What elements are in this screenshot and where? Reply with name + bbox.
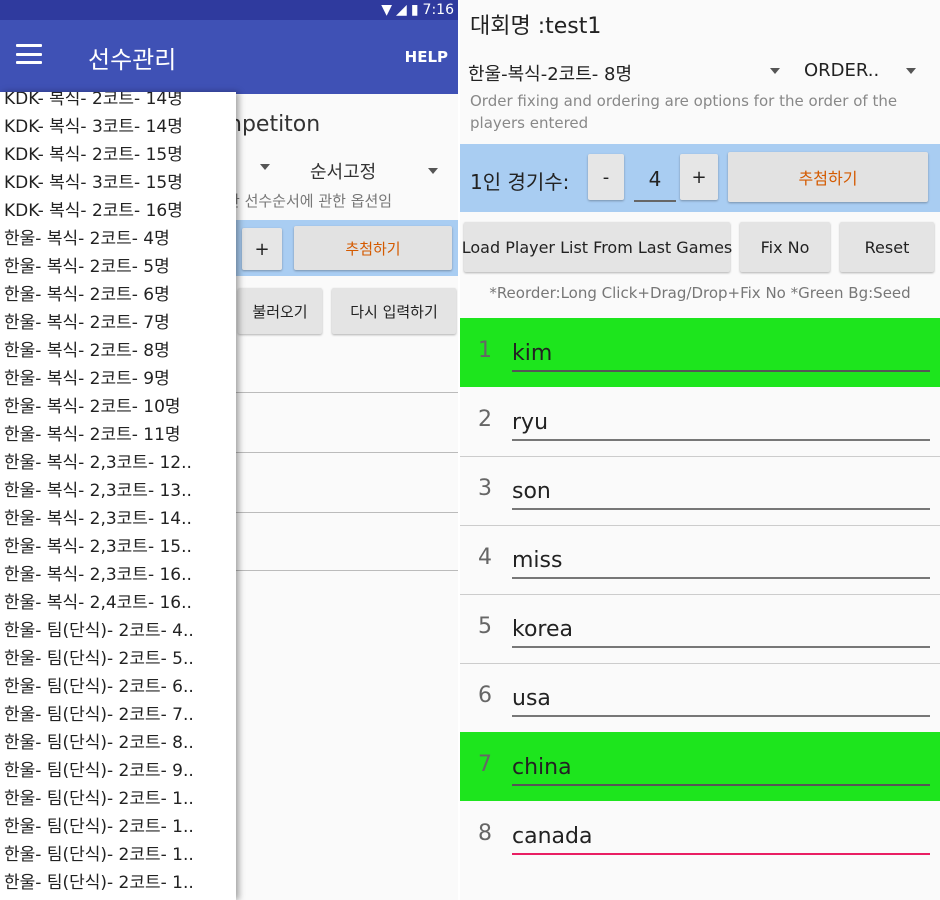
dropdown-option[interactable]: KDK- 복식- 2코트- 16명 — [4, 196, 183, 221]
player-number: 2 — [478, 407, 492, 432]
competition-name: 대회명 :test1 — [470, 14, 602, 39]
help-button[interactable]: HELP — [405, 48, 448, 66]
dropdown-option[interactable]: 한울- 복식- 2코트- 5명 — [4, 252, 170, 277]
player-row[interactable]: 6 — [460, 663, 940, 732]
competition-title-partial: npetiton — [228, 112, 321, 137]
games-per-player-input[interactable] — [634, 158, 676, 202]
dropdown-option[interactable]: 한울- 팀(단식)- 2코트- 9.. — [4, 756, 194, 781]
dropdown-option[interactable]: 한울- 팀(단식)- 2코트- 4.. — [4, 616, 194, 641]
dropdown-option[interactable]: 한울- 팀(단식)- 2코트- 1.. — [4, 812, 194, 837]
player-number: 7 — [478, 752, 492, 777]
dropdown-option[interactable]: 한울- 복식- 2코트- 7명 — [4, 308, 170, 333]
menu-icon[interactable] — [16, 44, 42, 64]
format-dropdown-list[interactable]: KDK- 복식- 2코트- 14명 KDK- 복식- 3코트- 14명 KDK- 복… — [0, 92, 236, 900]
help-text-partial: 한 선수순서에 관한 옵션임 — [226, 192, 393, 210]
dropdown-arrow-icon — [906, 68, 916, 74]
dropdown-option[interactable]: 한울- 복식- 2코트- 6명 — [4, 280, 170, 305]
plus-button[interactable]: + — [242, 228, 282, 270]
player-row[interactable]: 4 — [460, 525, 940, 594]
dropdown-option[interactable]: 한울- 복식- 2코트- 10명 — [4, 392, 181, 417]
dropdown-option[interactable]: 한울- 복식- 2코트- 8명 — [4, 336, 170, 361]
player-row[interactable]: 7 — [460, 732, 940, 801]
player-number: 3 — [478, 476, 492, 501]
player-number: 5 — [478, 614, 492, 639]
player-number: 4 — [478, 545, 492, 570]
player-name-input[interactable] — [512, 681, 930, 717]
player-name-input[interactable] — [512, 474, 930, 510]
dropdown-option[interactable]: 한울- 복식- 2,3코트- 14.. — [4, 504, 192, 529]
player-number: 6 — [478, 683, 492, 708]
battery-icon: ▮ — [410, 2, 419, 18]
player-name-input[interactable] — [512, 612, 930, 648]
games-per-player-label: 1인 경기수: — [470, 170, 570, 194]
player-name-input[interactable] — [512, 819, 930, 855]
dropdown-option[interactable]: 한울- 복식- 2코트- 9명 — [4, 364, 170, 389]
dropdown-option[interactable]: KDK- 복식- 2코트- 15명 — [4, 140, 183, 165]
player-row[interactable]: 2 — [460, 387, 940, 456]
format-dropdown[interactable]: 한울-복식-2코트- 8명 — [468, 58, 780, 88]
wifi-icon: ▼ — [381, 2, 393, 18]
dropdown-option[interactable]: 한울- 팀(단식)- 2코트- 6.. — [4, 672, 194, 697]
status-bar: ▼ ◢ ▮ 7:16 — [0, 0, 458, 20]
player-row[interactable]: 5 — [460, 594, 940, 663]
dropdown-arrow-icon[interactable] — [428, 168, 438, 174]
dropdown-option[interactable]: 한울- 팀(단식)- 2코트- 1.. — [4, 784, 194, 809]
player-name-input[interactable] — [512, 405, 930, 441]
player-number: 8 — [478, 821, 492, 846]
plus-button[interactable]: + — [680, 154, 718, 200]
signal-icon: ◢ — [396, 2, 407, 18]
left-screen: ▼ ◢ ▮ 7:16 선수관리 HELP npetiton 순서고정 한 선수순… — [0, 0, 458, 900]
player-name-input[interactable] — [512, 750, 930, 786]
player-row[interactable]: 3 — [460, 456, 940, 525]
draw-button[interactable]: 추첨하기 — [728, 152, 928, 202]
player-row[interactable]: 8 — [460, 801, 940, 870]
dropdown-option[interactable]: KDK- 복식- 3코트- 15명 — [4, 168, 183, 193]
reenter-button[interactable]: 다시 입력하기 — [332, 288, 456, 334]
load-button[interactable]: 불러오기 — [238, 288, 322, 334]
order-dropdown[interactable]: 순서고정 — [310, 158, 376, 184]
player-number: 1 — [478, 338, 492, 363]
status-time: 7:16 — [422, 2, 454, 18]
dropdown-option[interactable]: 한울- 복식- 2코트- 11명 — [4, 420, 181, 445]
fix-no-button[interactable]: Fix No — [740, 222, 830, 272]
help-text: Order fixing and ordering are options fo… — [470, 92, 898, 132]
dropdown-arrow-icon — [770, 68, 780, 74]
load-last-players-button[interactable]: Load Player List From Last Games — [462, 222, 732, 272]
dropdown-option[interactable]: 한울- 복식- 2,3코트- 13.. — [4, 476, 192, 501]
right-screen: 대회명 :test1 한울-복식-2코트- 8명 ORDER.. Order f… — [460, 0, 940, 900]
games-row: 1인 경기수: - + 추첨하기 — [460, 144, 940, 212]
dropdown-option[interactable]: 한울- 팀(단식)- 2코트- 7.. — [4, 700, 194, 725]
input-underline — [236, 570, 458, 571]
format-dropdown-value: 한울-복식-2코트- 8명 — [468, 64, 633, 85]
dropdown-option[interactable]: 한울- 팀(단식)- 2코트- 5.. — [4, 644, 194, 669]
dropdown-option[interactable]: 한울- 복식- 2,3코트- 16.. — [4, 560, 192, 585]
dropdown-option[interactable]: KDK- 복식- 3코트- 14명 — [4, 112, 183, 137]
dropdown-option[interactable]: 한울- 복식- 2,4코트- 16.. — [4, 588, 192, 613]
input-underline — [236, 512, 458, 513]
status-icons: ▼ ◢ ▮ 7:16 — [381, 0, 458, 20]
dropdown-option[interactable]: 한울- 팀(단식)- 2코트- 8.. — [4, 728, 194, 753]
player-row[interactable]: 1 — [460, 318, 940, 387]
app-title: 선수관리 — [88, 46, 177, 74]
dropdown-option[interactable]: 한울- 팀(단식)- 2코트- 1.. — [4, 868, 194, 893]
reset-button[interactable]: Reset — [840, 222, 934, 272]
dropdown-option[interactable]: KDK- 복식- 2코트- 14명 — [4, 92, 183, 109]
dropdown-option[interactable]: 한울- 복식- 2,3코트- 12.. — [4, 448, 192, 473]
input-underline — [236, 392, 458, 393]
order-dropdown-value: ORDER.. — [804, 60, 880, 81]
input-underline — [236, 452, 458, 453]
order-dropdown[interactable]: ORDER.. — [800, 58, 930, 88]
minus-button[interactable]: - — [588, 154, 624, 200]
dropdown-arrow-icon[interactable] — [260, 164, 270, 170]
player-name-input[interactable] — [512, 543, 930, 579]
player-name-input[interactable] — [512, 336, 930, 372]
dropdown-option[interactable]: 한울- 복식- 2,3코트- 15.. — [4, 532, 192, 557]
reorder-hint: *Reorder:Long Click+Drag/Drop+Fix No *Gr… — [489, 284, 911, 302]
app-bar: 선수관리 HELP — [0, 20, 458, 94]
dropdown-option[interactable]: 한울- 팀(단식)- 2코트- 1.. — [4, 840, 194, 865]
draw-button[interactable]: 추첨하기 — [294, 226, 452, 270]
dropdown-option[interactable]: 한울- 복식- 2코트- 4명 — [4, 224, 170, 249]
